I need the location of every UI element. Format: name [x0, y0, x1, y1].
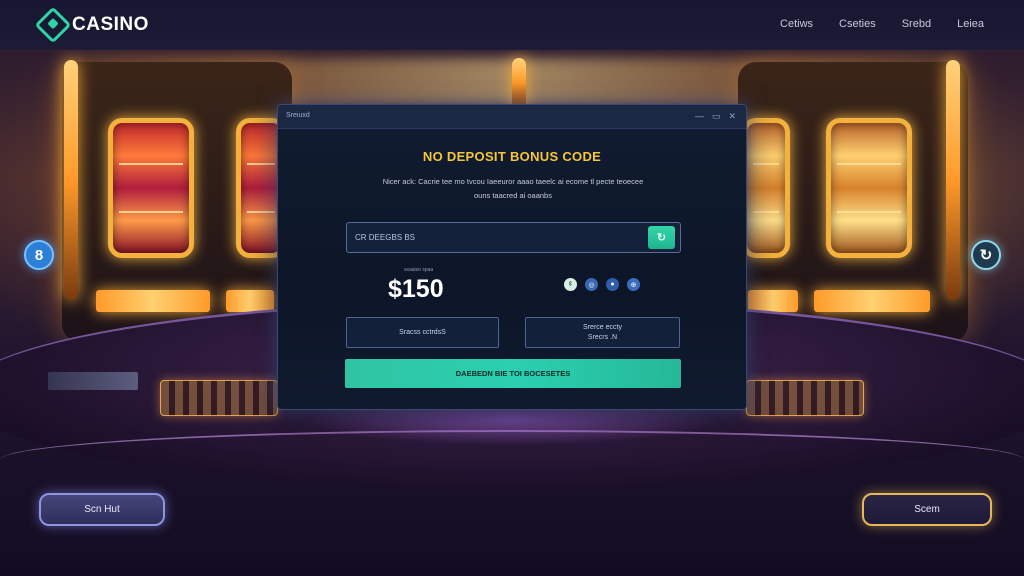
nav-link-4[interactable]: Leiea [957, 18, 984, 30]
close-icon[interactable]: ✕ [728, 111, 736, 121]
modal-heading: NO DEPOSIT BONUS CODE [422, 149, 602, 164]
bet-mat [160, 380, 278, 416]
description-line-2: ouns taacred ai oaanbs [474, 191, 552, 200]
slot-light-bar [748, 290, 798, 312]
logo-text: CASINO [72, 14, 149, 35]
casino-logo[interactable]: CASINO [34, 6, 149, 44]
nav-link-1[interactable]: Cetiws [780, 18, 813, 30]
option-right-line-1: Srerce eccty [583, 323, 622, 331]
slot-reel [742, 118, 790, 258]
option-right-line-2: Srecrs .N [587, 333, 618, 341]
description-line-1: Nicer ack: Cacrie tee mo tvcou Iaeeuror … [382, 177, 644, 186]
amount-label: sxaaiso spaa [404, 267, 434, 273]
modal-description: Nicer ack: Cacrie tee mo tvcou Iaeeuror … [338, 175, 688, 203]
slot-light-bar [226, 290, 274, 312]
bottom-left-button[interactable]: Scn Hut [39, 493, 165, 526]
top-navigation-bar: CASINO Cetiws Cseties Srebd Leiea [0, 0, 1024, 50]
option-button-left[interactable]: Sracss cctrdsS [346, 317, 499, 348]
slot-reel [826, 118, 912, 258]
bonus-code-input[interactable]: CR DEEGBS BS ↻ [346, 222, 681, 253]
apply-code-button[interactable]: ↻ [648, 226, 675, 249]
payment-method-icons: ¢ ◎ ● ⊕ [564, 278, 640, 291]
slot-reel [108, 118, 194, 258]
target-icon[interactable]: ◎ [585, 278, 598, 291]
nav-menu: Cetiws Cseties Srebd Leiea [780, 18, 984, 30]
nav-link-3[interactable]: Srebd [902, 18, 931, 30]
slot-light-bar [96, 290, 210, 312]
bonus-code-modal: Sreiuxd — ▭ ✕ NO DEPOSIT BONUS CODE Nice… [277, 104, 747, 410]
diamond-logo-icon [34, 6, 72, 44]
light-pillar [946, 60, 960, 300]
light-pillar [64, 60, 78, 300]
coin-icon[interactable]: ¢ [564, 278, 577, 291]
left-round-button[interactable]: 8 [24, 240, 54, 270]
refresh-icon[interactable]: ↻ [971, 240, 1001, 270]
minimize-icon[interactable]: — [695, 111, 704, 121]
window-controls: — ▭ ✕ [695, 111, 736, 121]
bottom-right-button[interactable]: Scem [862, 493, 992, 526]
option-button-right[interactable]: Srerce eccty Srecrs .N [525, 317, 680, 348]
plus-circle-icon[interactable]: ⊕ [627, 278, 640, 291]
modal-bar-title: Sreiuxd [286, 112, 310, 119]
bet-mat [746, 380, 864, 416]
circle-icon[interactable]: ● [606, 278, 619, 291]
modal-title-bar: Sreiuxd — ▭ ✕ [278, 105, 746, 129]
bonus-code-placeholder: CR DEEGBS BS [355, 233, 416, 242]
nav-link-2[interactable]: Cseties [839, 18, 876, 30]
claim-bonus-button[interactable]: DAEBEDN BIE TOI BOCESETES [345, 359, 681, 388]
table-panel [48, 372, 138, 390]
slot-light-bar [814, 290, 930, 312]
light-pillar [512, 58, 526, 108]
bonus-amount: $150 [388, 275, 444, 303]
maximize-icon[interactable]: ▭ [712, 111, 721, 121]
option-left-label: Sracss cctrdsS [399, 328, 446, 336]
